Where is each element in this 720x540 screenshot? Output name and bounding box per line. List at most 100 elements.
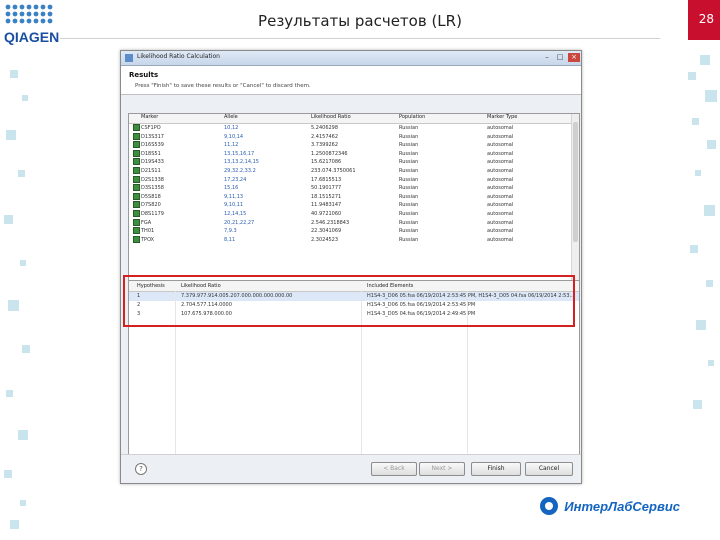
row-checkbox[interactable] — [133, 175, 140, 183]
table-row[interactable]: D3S1358 15,16 50.1901777 Russian autosomal — [129, 184, 571, 193]
cell-population: Russian — [399, 150, 419, 157]
cell-likelihood-ratio: 22.3041069 — [311, 228, 342, 235]
row-checkbox[interactable] — [133, 184, 140, 192]
table-row[interactable]: D13S317 9,10,14 2.4157462 Russian autosomal — [129, 132, 571, 142]
table-row[interactable]: TH01 7,9.3 22.3041069 Russian autosomal — [129, 227, 571, 236]
title-divider — [60, 38, 660, 39]
cell-allele: 20,21,22,27 — [224, 219, 255, 226]
table-row[interactable]: FGA 20,21,22,27 2.546.2318843 Russian autoso… — [129, 218, 571, 228]
cell-allele: 15,16 — [224, 185, 239, 192]
table-row[interactable]: D21S11 29,32.2,33.2 233.074.3750061 Russian… — [129, 167, 571, 176]
cell-likelihood-ratio: 15.6217086 — [311, 159, 342, 166]
row-checkbox[interactable] — [133, 124, 140, 131]
dialog-titlebar[interactable]: Likelihood Ratio Calculation – □ × — [121, 51, 581, 66]
table-row[interactable]: D8S1179 12,14,15 40.9721060 Russian autosoma… — [129, 210, 571, 219]
cell-marker-type: autosomal — [487, 193, 514, 200]
cell-likelihood-ratio: 2.4157462 — [311, 133, 339, 140]
likelihood-ratio-dialog: Likelihood Ratio Calculation – □ × Resul… — [120, 50, 582, 484]
cell-marker-type: autosomal — [487, 159, 514, 166]
cell-allele: 9,10,14 — [224, 133, 244, 140]
minimize-button[interactable]: – — [541, 53, 553, 62]
brand-icon — [540, 497, 559, 515]
table-row[interactable]: D16S539 11,12 3.7399262 Russian autosomal — [129, 141, 571, 150]
cancel-button[interactable]: Cancel — [525, 462, 573, 476]
cell-marker: D19S433 — [141, 159, 164, 166]
slide-title: Результаты расчетов (LR) — [258, 12, 462, 30]
cell-marker-type: autosomal — [487, 142, 514, 149]
cell-likelihood-ratio: 5.2406298 — [311, 125, 339, 131]
cell-allele: 13,15,16,17 — [224, 150, 255, 157]
cell-population: Russian — [399, 211, 419, 217]
page-number: 28 — [698, 12, 714, 26]
cell-allele: 9,11,13 — [224, 193, 244, 200]
cell-marker: D2S1338 — [141, 176, 164, 183]
cell-marker-type: autosomal — [487, 150, 514, 157]
table-row[interactable]: D2S1338 17,23,24 17.6815513 Russian autosoma… — [129, 175, 571, 185]
table-row[interactable]: D18S51 13,15,16,17 1.2500872346 Russian auto… — [129, 149, 571, 159]
cell-marker-type: autosomal — [487, 202, 514, 209]
table-row[interactable]: TPOX 8,11 2.3024523 Russian autosomal — [129, 235, 571, 245]
cell-marker: FGA — [141, 219, 152, 226]
cell-allele: 10,12 — [224, 125, 239, 131]
cell-population: Russian — [399, 142, 419, 149]
back-button[interactable]: < Back — [371, 462, 417, 476]
finish-button[interactable]: Finish — [471, 462, 521, 476]
row-checkbox[interactable] — [133, 132, 140, 140]
cell-population: Russian — [399, 159, 419, 166]
row-checkbox[interactable] — [133, 141, 140, 149]
cell-marker-type: autosomal — [487, 228, 514, 235]
cell-allele: 9,10,11 — [224, 202, 244, 209]
row-checkbox[interactable] — [133, 201, 140, 209]
row-checkbox[interactable] — [133, 227, 140, 235]
col-population[interactable]: Population — [399, 114, 425, 120]
cell-marker: D16S539 — [141, 142, 164, 149]
cell-marker-type: autosomal — [487, 133, 514, 140]
col-likelihood-ratio[interactable]: Likelihood Ratio — [311, 114, 351, 120]
cell-marker: TPOX — [141, 236, 155, 243]
table-row[interactable]: CSF1PO 10,12 5.2406298 Russian autosomal — [129, 124, 571, 133]
close-button[interactable]: × — [568, 53, 580, 62]
cell-marker: D13S317 — [141, 133, 164, 140]
row-checkbox[interactable] — [133, 149, 140, 157]
cell-population: Russian — [399, 228, 419, 235]
cell-population: Russian — [399, 176, 419, 183]
instruction-text: Press "Finish" to save these results or … — [135, 83, 311, 89]
brand-text: ИнтерЛабСервис — [564, 498, 680, 514]
table-row[interactable]: D7S820 9,10,11 11.9483147 Russian autosomal — [129, 201, 571, 210]
cell-allele: 17,23,24 — [224, 176, 247, 183]
cell-likelihood-ratio: 50.1901777 — [311, 185, 342, 192]
cell-marker-type: autosomal — [487, 236, 514, 243]
cell-marker: D7S820 — [141, 202, 161, 209]
cell-likelihood-ratio: 2.546.2318843 — [311, 219, 350, 226]
cell-allele: 29,32.2,33.2 — [224, 168, 256, 174]
interlabservice-logo: ИнтерЛабСервис — [540, 494, 680, 518]
cell-allele: 13,13.2,14,15 — [224, 159, 259, 166]
table-row[interactable]: D19S433 13,13.2,14,15 15.6217086 Russian aut… — [129, 158, 571, 167]
marker-table-header: Marker Allele Likelihood Ratio Populatio… — [129, 114, 571, 124]
col-allele[interactable]: Allele — [224, 114, 238, 120]
row-checkbox[interactable] — [133, 218, 140, 226]
col-marker[interactable]: Marker — [141, 114, 158, 120]
cell-marker: D18S51 — [141, 150, 161, 157]
help-button[interactable]: ? — [135, 463, 147, 475]
cell-population: Russian — [399, 236, 419, 243]
vscroll-thumb[interactable] — [573, 122, 578, 242]
cell-marker: CSF1PO — [141, 125, 161, 131]
page-corner: 28 — [688, 0, 720, 40]
row-checkbox[interactable] — [133, 167, 140, 174]
cell-population: Russian — [399, 219, 419, 226]
cell-marker-type: autosomal — [487, 219, 514, 226]
table-row[interactable]: D5S818 9,11,13 18.1515271 Russian autosomal — [129, 192, 571, 202]
row-checkbox[interactable] — [133, 192, 140, 200]
cell-likelihood-ratio: 40.9721060 — [311, 211, 342, 217]
cell-marker: D21S11 — [141, 168, 161, 174]
next-button[interactable]: Next > — [419, 462, 465, 476]
row-checkbox[interactable] — [133, 158, 140, 166]
app-icon — [125, 54, 133, 62]
dialog-footer: ? < Back Next > Finish Cancel — [121, 454, 581, 483]
cell-marker: D5S818 — [141, 193, 161, 200]
col-marker-type[interactable]: Marker Type — [487, 114, 517, 120]
row-checkbox[interactable] — [133, 235, 140, 243]
maximize-button[interactable]: □ — [554, 53, 566, 62]
row-checkbox[interactable] — [133, 210, 140, 217]
